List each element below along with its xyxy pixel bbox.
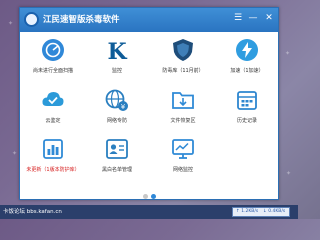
forum-watermark: 卡饭论坛 bbs.kafan.cn [3, 209, 62, 215]
tile-label: 未更新（1版本防护库） [26, 167, 80, 173]
tile-label: 尚未进行全面扫描 [32, 68, 73, 74]
net-upload: ↑ 1.2KB/s [236, 209, 259, 214]
pager-dot-active[interactable] [151, 194, 156, 199]
tile-label: 文件恢复区 [170, 118, 196, 124]
tile-update-status[interactable]: 未更新（1版本防护库） [20, 133, 86, 183]
tile-blackwhite-list[interactable]: 黑白名单管理 [84, 133, 150, 183]
user-list-icon [106, 139, 128, 159]
tile-net-monitor[interactable]: 网络监控 [150, 133, 216, 183]
tile-cloud-check[interactable]: 云鉴定 [20, 84, 86, 134]
globe-yen-icon: ¥ [105, 89, 128, 111]
cloud-check-icon [42, 92, 64, 106]
calendar-icon [237, 91, 257, 110]
tile-label: 黑白名单管理 [101, 167, 132, 173]
stats-icon [43, 139, 63, 159]
k-monitor-icon: K [107, 39, 127, 62]
tile-label: 网络监控 [172, 167, 193, 173]
svg-text:K: K [107, 39, 127, 62]
minimize-button[interactable]: — [246, 12, 260, 25]
tile-label: 历史记录 [236, 118, 257, 124]
star-decoration: ✦ [12, 150, 18, 157]
net-download-value: 0.4KB/s [268, 209, 286, 214]
monitor-icon [172, 139, 194, 159]
shield-icon [173, 39, 193, 61]
tile-label: 防毒库（11月前） [162, 68, 204, 74]
tile-virus-db[interactable]: 防毒库（11月前） [150, 34, 216, 84]
tile-label: 云鉴定 [45, 118, 61, 124]
tile-history[interactable]: 历史记录 [214, 84, 280, 134]
star-decoration: ✦ [8, 20, 14, 27]
tile-full-scan[interactable]: 尚未进行全面扫描 [20, 34, 86, 84]
title-bar[interactable]: 江民速智版杀毒软件 ☰ — ✕ [20, 8, 278, 32]
net-download: ↓ 0.4KB/s [263, 209, 286, 214]
app-title: 江民速智版杀毒软件 [43, 15, 120, 25]
tile-speed-up[interactable]: 加速（1加速） [214, 34, 280, 84]
tile-label: 监控 [111, 68, 122, 74]
antivirus-window: 江民速智版杀毒软件 ☰ — ✕ 尚未进行全面扫描 K 监控 防毒库（11月前） … [19, 7, 279, 200]
tile-net-protect[interactable]: ¥ 网络专防 [84, 84, 150, 134]
tile-label: 网络专防 [106, 118, 127, 124]
tile-monitor[interactable]: K 监控 [84, 34, 150, 84]
tile-label: 加速（1加速） [230, 68, 264, 74]
tile-file-recovery[interactable]: 文件恢复区 [150, 84, 216, 134]
net-upload-value: 1.2KB/s [241, 209, 259, 214]
network-tray[interactable]: ↑ 1.2KB/s ↓ 0.4KB/s [232, 207, 290, 217]
folder-icon [172, 92, 194, 109]
cloud-speed-icon [236, 39, 258, 61]
tile-grid: 尚未进行全面扫描 K 监控 防毒库（11月前） 加速（1加速） 云鉴定 ¥ 网络… [20, 32, 278, 199]
close-button[interactable]: ✕ [262, 12, 276, 25]
star-decoration: ✦ [285, 50, 291, 57]
star-decoration: ✦ [286, 170, 292, 177]
pager-dot[interactable] [143, 194, 148, 199]
scan-icon [42, 39, 64, 61]
svg-text:¥: ¥ [121, 103, 126, 111]
menu-button[interactable]: ☰ [231, 12, 245, 25]
app-logo-icon [24, 12, 39, 27]
